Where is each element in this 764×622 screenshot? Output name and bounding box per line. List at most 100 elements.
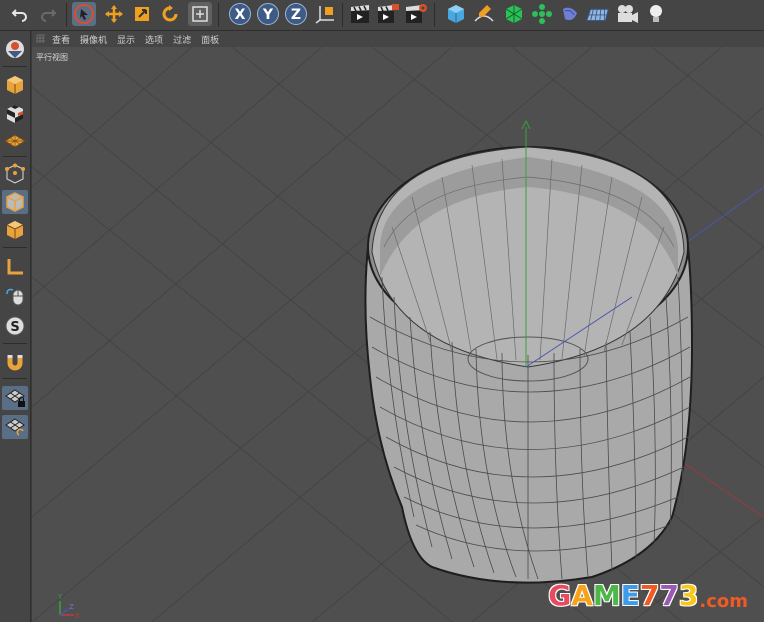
polygons-mode-button[interactable] bbox=[2, 218, 28, 242]
floor-button[interactable] bbox=[586, 2, 610, 26]
menu-display[interactable]: 显示 bbox=[117, 33, 135, 46]
scale-button[interactable] bbox=[130, 2, 154, 26]
svg-text:X: X bbox=[75, 612, 80, 620]
texture-mode-button[interactable] bbox=[2, 102, 28, 126]
solo-button[interactable]: S bbox=[2, 314, 28, 338]
grip-icon bbox=[36, 34, 45, 43]
pen-button[interactable] bbox=[472, 2, 496, 26]
y-axis-button[interactable]: Y bbox=[256, 2, 280, 26]
world-coordinates-icon bbox=[315, 6, 334, 24]
svg-text:S: S bbox=[10, 320, 19, 335]
watermark-suffix: .com bbox=[699, 591, 748, 612]
render-view-button[interactable] bbox=[348, 2, 372, 26]
mode-toolbar: S bbox=[0, 31, 31, 622]
solo-s-icon: S bbox=[5, 316, 25, 336]
axis-l-icon bbox=[7, 259, 23, 275]
points-mode-button[interactable] bbox=[2, 162, 28, 186]
clapboard-gear-icon bbox=[406, 4, 427, 23]
menu-view[interactable]: 查看 bbox=[52, 33, 70, 46]
camera-icon bbox=[618, 5, 638, 23]
svg-text:Z: Z bbox=[69, 603, 74, 611]
floor-icon bbox=[586, 8, 609, 21]
grid-lock-icon bbox=[5, 389, 25, 407]
menu-filter[interactable]: 过滤 bbox=[173, 33, 191, 46]
array-button[interactable] bbox=[530, 2, 554, 26]
scale-icon bbox=[135, 7, 149, 21]
light-bulb-icon bbox=[650, 5, 662, 22]
viewport[interactable]: 查看 摄像机 显示 选项 过滤 面板 Y X Z 平行视图 GAME773 .c… bbox=[32, 31, 764, 622]
recent-tools-icon bbox=[192, 6, 208, 22]
array-icon bbox=[532, 4, 552, 24]
z-axis-icon: Z bbox=[285, 3, 307, 25]
watermark-letter: 7 bbox=[639, 579, 660, 612]
clapboard-icon bbox=[351, 5, 369, 23]
svg-text:Z: Z bbox=[291, 7, 301, 23]
watermark-text: GAME773 bbox=[548, 579, 698, 612]
watermark-letter: A bbox=[571, 579, 593, 612]
make-editable-icon bbox=[6, 40, 24, 58]
viewport-label: 平行视图 bbox=[36, 53, 68, 62]
pen-icon bbox=[474, 5, 494, 22]
light-button[interactable] bbox=[644, 2, 668, 26]
planar-workplane-button[interactable] bbox=[2, 415, 28, 439]
svg-text:Y: Y bbox=[57, 593, 63, 601]
menu-cameras[interactable]: 摄像机 bbox=[80, 33, 107, 46]
edges-mode-button[interactable] bbox=[2, 190, 28, 214]
magnet-icon bbox=[7, 355, 23, 371]
grid-rotate-icon bbox=[5, 418, 25, 436]
redo-button[interactable] bbox=[36, 2, 60, 26]
scene-canvas[interactable]: Y X Z bbox=[32, 47, 764, 622]
subdivision-surface-button[interactable] bbox=[502, 2, 526, 26]
workplane-icon bbox=[4, 134, 26, 148]
axis-mode-button[interactable] bbox=[2, 255, 28, 279]
rotate-icon bbox=[162, 5, 178, 22]
snap-button[interactable] bbox=[2, 350, 28, 374]
watermark-letter: E bbox=[620, 579, 640, 612]
svg-text:X: X bbox=[235, 7, 246, 23]
redo-icon bbox=[41, 9, 57, 22]
watermark-logo: GAME773 .com bbox=[548, 579, 748, 612]
z-axis-button[interactable]: Z bbox=[284, 2, 308, 26]
svg-text:Y: Y bbox=[262, 7, 274, 23]
recent-tools-button[interactable] bbox=[188, 2, 212, 26]
deformer-icon bbox=[563, 7, 577, 21]
undo-button[interactable] bbox=[8, 2, 32, 26]
render-settings-button[interactable] bbox=[404, 2, 428, 26]
camera-button[interactable] bbox=[616, 2, 640, 26]
move-icon bbox=[105, 5, 123, 23]
live-selection-button[interactable] bbox=[72, 2, 96, 26]
checker-cube-icon bbox=[7, 105, 23, 123]
menu-options[interactable]: 选项 bbox=[145, 33, 163, 46]
cube-icon bbox=[448, 5, 464, 23]
deformer-button[interactable] bbox=[558, 2, 582, 26]
workplane-button[interactable] bbox=[2, 129, 28, 153]
watermark-letter: M bbox=[592, 579, 621, 612]
points-cube-icon bbox=[5, 163, 25, 184]
watermark-letter: G bbox=[548, 579, 572, 612]
move-button[interactable] bbox=[102, 2, 126, 26]
coordinate-system-button[interactable] bbox=[314, 2, 338, 26]
edges-cube-icon bbox=[6, 192, 24, 212]
x-axis-button[interactable]: X bbox=[228, 2, 252, 26]
main-toolbar: X Y Z bbox=[0, 0, 764, 31]
menu-panel[interactable]: 面板 bbox=[201, 33, 219, 46]
subdivision-icon bbox=[505, 5, 523, 23]
cup-mesh bbox=[364, 119, 694, 584]
rotate-button[interactable] bbox=[158, 2, 182, 26]
make-editable-button[interactable] bbox=[2, 37, 28, 61]
axis-gizmo: Y X Z bbox=[57, 593, 80, 620]
render-to-picture-viewer-button[interactable] bbox=[376, 2, 400, 26]
x-axis-icon: X bbox=[229, 3, 251, 25]
viewport-menu-bar: 查看 摄像机 显示 选项 过滤 面板 bbox=[32, 31, 764, 47]
cube-button[interactable] bbox=[444, 2, 468, 26]
tweak-mode-button[interactable] bbox=[2, 284, 28, 308]
mouse-icon bbox=[6, 288, 24, 306]
model-cube-icon bbox=[7, 76, 23, 94]
clapboard-play-icon bbox=[378, 4, 399, 23]
watermark-letter: 3 bbox=[678, 579, 699, 612]
cursor-icon bbox=[74, 4, 94, 24]
undo-icon bbox=[11, 9, 27, 22]
model-mode-button[interactable] bbox=[2, 73, 28, 97]
y-axis-icon: Y bbox=[257, 3, 279, 25]
lock-workplane-button[interactable] bbox=[2, 386, 28, 410]
